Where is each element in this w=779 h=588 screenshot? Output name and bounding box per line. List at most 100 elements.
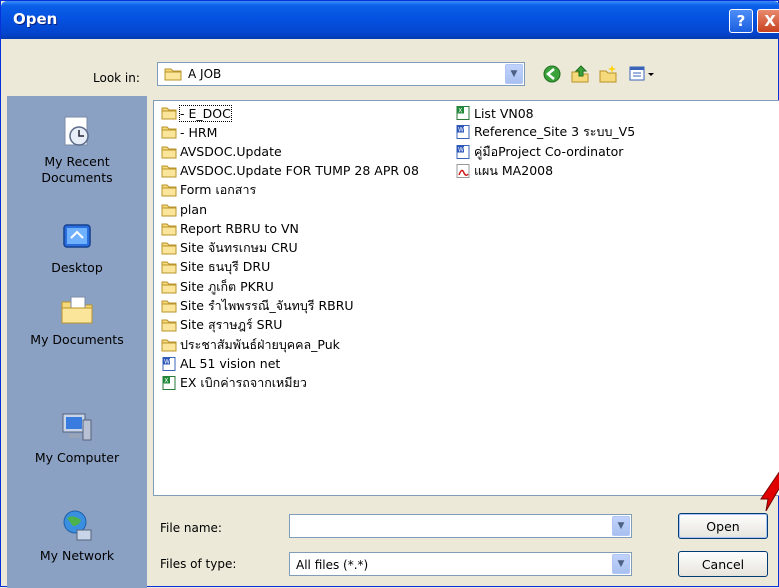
file-list-item[interactable]: X List VN08 xyxy=(455,104,534,122)
up-folder-icon[interactable] xyxy=(569,63,591,85)
file-list-item[interactable]: W Reference_Site 3 ระบบ_V5 xyxy=(455,123,635,141)
place-desktop[interactable]: Desktop xyxy=(7,220,147,276)
svg-text:X: X xyxy=(458,108,462,115)
places-bar: My Recent Documents Desktop My Documents xyxy=(7,96,147,588)
my-computer-icon xyxy=(62,413,92,441)
annotation-arrow-icon xyxy=(760,471,779,511)
file-name: Site สุราษฎร์ SRU xyxy=(180,317,283,333)
folder-icon xyxy=(161,300,177,313)
folder-icon xyxy=(161,126,177,139)
folder-icon xyxy=(161,319,177,332)
file-name: Site จันทรเกษม CRU xyxy=(180,240,298,256)
file-list-item[interactable]: - HRM xyxy=(161,123,217,141)
file-name: List VN08 xyxy=(474,105,534,121)
svg-text:W: W xyxy=(458,127,464,134)
place-label: Desktop xyxy=(51,260,103,275)
folder-icon xyxy=(161,204,177,216)
files-of-type-value: All files (*.*) xyxy=(296,558,369,572)
file-list[interactable]: - E_DOC - HRM AVSDOC.Update AVSDOC.Update F… xyxy=(153,100,779,496)
file-list-item[interactable]: Site รำไพพรรณี_จันทบุรี RBRU xyxy=(161,297,354,315)
folder-icon xyxy=(161,242,177,255)
folder-icon xyxy=(161,281,177,294)
file-list-item[interactable]: ประชาสัมพันธ์ฝ่ายบุคคล_Puk xyxy=(161,336,340,354)
help-button[interactable]: ? xyxy=(729,9,753,33)
word-document-icon: W xyxy=(456,144,470,159)
folder-icon xyxy=(161,107,177,120)
svg-text:W: W xyxy=(164,358,170,365)
file-list-item[interactable]: plan xyxy=(161,201,207,219)
new-folder-icon[interactable] xyxy=(597,63,619,85)
file-list-item[interactable]: W คู่มือProject Co-ordinator xyxy=(455,143,623,161)
recent-documents-icon xyxy=(64,116,89,146)
file-name: Report RBRU to VN xyxy=(180,221,299,237)
file-name: - E_DOC xyxy=(179,104,232,122)
place-my-computer[interactable]: My Computer xyxy=(7,410,147,466)
folder-icon xyxy=(161,165,177,178)
chevron-down-icon[interactable]: ▼ xyxy=(612,554,630,574)
look-in-dropdown[interactable]: A JOB ▼ xyxy=(157,62,525,86)
cancel-button[interactable]: Cancel xyxy=(678,551,768,577)
place-label: My Recent Documents xyxy=(41,154,113,185)
folder-icon xyxy=(161,184,177,197)
open-button[interactable]: Open xyxy=(678,513,768,539)
folder-icon xyxy=(161,223,177,236)
my-documents-icon xyxy=(61,296,93,324)
place-my-documents[interactable]: My Documents xyxy=(7,292,147,348)
excel-document-icon: X xyxy=(456,106,470,120)
file-list-item[interactable]: Site ธนบุรี DRU xyxy=(161,258,270,276)
place-label: My Documents xyxy=(30,332,124,347)
look-in-label: Look in: xyxy=(93,71,140,85)
folder-icon xyxy=(164,68,182,81)
close-button[interactable]: X xyxy=(757,9,779,33)
file-list-item[interactable]: X EX เบิกค่ารถจากเหมียว xyxy=(161,374,307,392)
svg-text:X: X xyxy=(164,378,168,385)
file-list-item[interactable]: AVSDOC.Update FOR TUMP 28 APR 08 xyxy=(161,162,419,180)
file-name: คู่มือProject Co-ordinator xyxy=(474,143,624,159)
place-label: My Network xyxy=(39,548,115,563)
file-list-item[interactable]: Site สุราษฎร์ SRU xyxy=(161,316,282,334)
file-name: แผน MA2008 xyxy=(474,162,554,178)
file-name-label: File name: xyxy=(160,521,222,535)
chevron-down-icon[interactable]: ▼ xyxy=(505,64,523,84)
file-list-item[interactable]: W AL 51 vision net xyxy=(161,355,280,373)
dialog-title: Open xyxy=(13,10,58,28)
file-name: AVSDOC.Update xyxy=(180,144,282,160)
back-icon[interactable] xyxy=(541,63,563,85)
my-network-icon xyxy=(63,510,92,541)
place-label: My Computer xyxy=(34,450,120,465)
file-name: ประชาสัมพันธ์ฝ่ายบุคคล_Puk xyxy=(180,336,340,352)
file-name: Form เอกสาร xyxy=(180,182,257,198)
file-list-item[interactable]: แผน MA2008 xyxy=(455,162,553,180)
file-list-item[interactable]: AVSDOC.Update xyxy=(161,143,282,161)
svg-text:W: W xyxy=(458,146,464,153)
view-menu-icon[interactable] xyxy=(627,63,657,85)
place-my-network[interactable]: My Network xyxy=(7,508,147,564)
file-name: AVSDOC.Update FOR TUMP 28 APR 08 xyxy=(180,163,419,179)
file-name: EX เบิกค่ารถจากเหมียว xyxy=(180,375,307,391)
folder-icon xyxy=(161,261,177,274)
word-document-icon: W xyxy=(456,125,470,140)
file-list-item[interactable]: - E_DOC xyxy=(161,104,232,122)
file-name: Reference_Site 3 ระบบ_V5 xyxy=(474,124,636,140)
word-document-icon: W xyxy=(162,356,176,371)
file-list-item[interactable]: Report RBRU to VN xyxy=(161,220,299,238)
files-of-type-dropdown[interactable]: All files (*.*) ▼ xyxy=(289,552,632,576)
file-name: AL 51 vision net xyxy=(180,356,281,372)
chevron-down-icon[interactable]: ▼ xyxy=(612,516,630,536)
place-recent-documents[interactable]: My Recent Documents xyxy=(7,114,147,186)
look-in-value: A JOB xyxy=(188,67,222,81)
title-bar[interactable]: Open ? X xyxy=(1,1,779,39)
file-list-item[interactable]: Site ภูเก็ต PKRU xyxy=(161,278,274,296)
file-name: Site รำไพพรรณี_จันทบุรี RBRU xyxy=(180,298,354,313)
file-list-item[interactable]: Site จันทรเกษม CRU xyxy=(161,239,298,257)
open-dialog: Open ? X Look in: A JOB ▼ My Recent Docu… xyxy=(0,0,779,588)
files-of-type-label: Files of type: xyxy=(160,557,237,571)
folder-icon xyxy=(161,339,177,352)
file-list-item[interactable]: Form เอกสาร xyxy=(161,181,256,199)
folder-icon xyxy=(161,146,177,159)
file-name: Site ธนบุรี DRU xyxy=(180,259,271,275)
file-name: Site ภูเก็ต PKRU xyxy=(180,278,274,294)
file-name-input[interactable]: ▼ xyxy=(289,514,632,538)
desktop-icon xyxy=(63,224,91,248)
excel-document-icon: X xyxy=(162,376,176,391)
